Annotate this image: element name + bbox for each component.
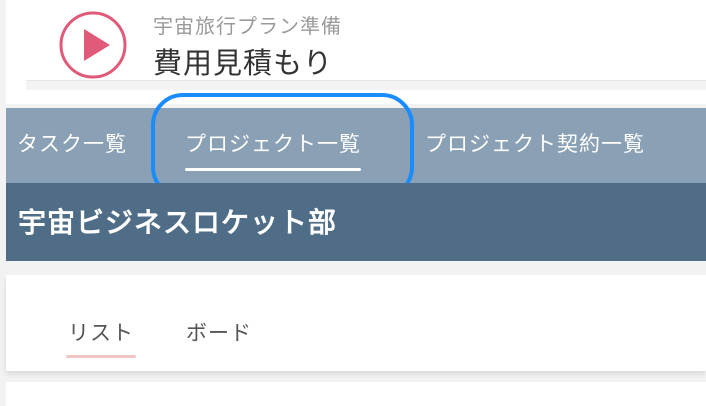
view-tab-board[interactable]: ボード bbox=[186, 317, 252, 347]
view-tab-label: ボード bbox=[186, 321, 252, 345]
project-subtitle: 宇宙旅行プラン準備 bbox=[153, 14, 342, 38]
tab-task-list[interactable]: タスク一覧 bbox=[17, 108, 127, 183]
tab-label: プロジェクト契約一覧 bbox=[425, 132, 645, 156]
app-screen: 宇宙旅行プラン準備 費用見積もり タスク一覧 プロジェクト一覧 プロジェクト契約… bbox=[0, 0, 706, 406]
content-area bbox=[6, 382, 706, 406]
tab-project-contract-list[interactable]: プロジェクト契約一覧 bbox=[425, 108, 645, 183]
header-divider bbox=[26, 80, 706, 90]
page-title: 費用見積もり bbox=[153, 46, 334, 80]
view-switcher-card: リスト ボード bbox=[6, 275, 706, 371]
main-tab-bar: タスク一覧 プロジェクト一覧 プロジェクト契約一覧 bbox=[6, 108, 706, 183]
selected-tab-underline bbox=[185, 168, 361, 171]
department-banner: 宇宙ビジネスロケット部 bbox=[6, 183, 706, 261]
tab-label: プロジェクト一覧 bbox=[185, 132, 361, 156]
tab-label: タスク一覧 bbox=[17, 132, 127, 156]
department-name: 宇宙ビジネスロケット部 bbox=[18, 206, 338, 239]
selected-view-underline bbox=[66, 355, 136, 358]
view-tab-label: リスト bbox=[68, 321, 134, 345]
view-tab-list[interactable]: リスト bbox=[66, 317, 136, 358]
tab-project-list[interactable]: プロジェクト一覧 bbox=[185, 108, 361, 183]
play-icon[interactable] bbox=[58, 10, 128, 80]
